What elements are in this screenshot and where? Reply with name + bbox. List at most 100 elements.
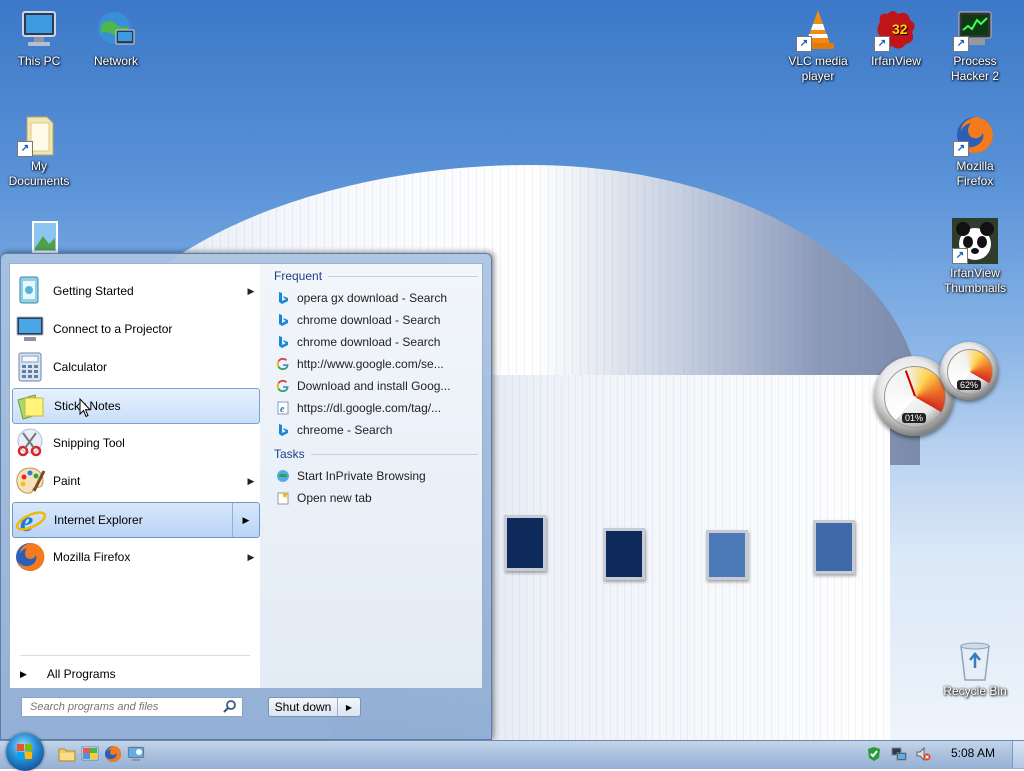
panda-thumbnail-icon: ↗ <box>952 218 998 264</box>
new-tab-icon <box>276 491 290 505</box>
shortcut-arrow-icon: ↗ <box>17 141 33 157</box>
paint-palette-icon <box>14 465 46 497</box>
submenu-arrow-icon[interactable]: ▶ <box>244 552 258 563</box>
program-connect-projector[interactable]: Connect to a Projector <box>12 312 258 346</box>
jump-frequent-item[interactable]: Download and install Goog... <box>276 376 476 396</box>
shutdown-button[interactable]: Shut down <box>269 698 337 716</box>
jump-frequent-label: opera gx download - Search <box>297 291 448 305</box>
building-window <box>504 515 546 571</box>
taskbar-firefox-icon[interactable] <box>104 745 122 763</box>
desktop-icon-my-documents[interactable]: ↗ My Documents <box>0 113 79 189</box>
scissors-icon <box>14 427 46 459</box>
bing-icon <box>276 423 290 437</box>
internet-explorer-icon: e <box>15 504 47 538</box>
memory-meter-gadget[interactable]: 62% <box>940 342 998 400</box>
jump-frequent-label: Download and install Goog... <box>297 379 451 393</box>
ie-page-icon: e <box>276 401 290 415</box>
start-button[interactable] <box>6 733 44 771</box>
shortcut-arrow-icon: ↗ <box>953 141 969 157</box>
jump-task-inprivate[interactable]: Start InPrivate Browsing <box>276 466 476 486</box>
search-input[interactable] <box>22 700 222 714</box>
program-snipping-tool[interactable]: Snipping Tool <box>12 426 258 460</box>
desktop-icon-partial[interactable] <box>0 218 79 254</box>
all-programs-label: All Programs <box>46 667 116 681</box>
google-icon <box>276 357 290 371</box>
computer-icon <box>17 8 61 52</box>
getting-started-icon <box>14 275 46 307</box>
jump-frequent-item[interactable]: chrome download - Search <box>276 332 476 352</box>
tray-network-icon[interactable] <box>891 746 907 762</box>
mouse-cursor-icon <box>79 398 91 418</box>
jump-list-tasks-header: Tasks <box>274 447 478 461</box>
desktop-icon-irfanview-thumbnails[interactable]: ↗ IrfanView Thumbnails <box>935 218 1015 296</box>
jump-task-new-tab[interactable]: Open new tab <box>276 488 476 508</box>
search-icon[interactable] <box>222 699 238 715</box>
program-sticky-notes[interactable]: Sticky Notes <box>12 388 260 424</box>
bing-icon <box>276 335 290 349</box>
projector-icon <box>14 313 46 345</box>
start-menu-programs-pane: Getting Started ▶ Connect to a Projector… <box>9 263 261 689</box>
pictures-icon <box>17 218 61 254</box>
vlc-cone-icon: ↗ <box>796 8 840 52</box>
jump-frequent-item[interactable]: opera gx download - Search <box>276 288 476 308</box>
documents-folder-icon: ↗ <box>17 113 61 157</box>
start-search-box[interactable] <box>21 697 243 717</box>
desktop-icon-network[interactable]: Network <box>76 8 156 69</box>
firefox-icon <box>14 541 46 573</box>
shortcut-arrow-icon: ↗ <box>952 248 968 264</box>
shutdown-options-arrow-icon[interactable]: ▶ <box>337 698 360 716</box>
tray-action-center-icon[interactable] <box>866 746 882 762</box>
clock[interactable]: 5:08 AM <box>940 746 1006 762</box>
desktop-icon-vlc[interactable]: ↗ VLC media player <box>778 8 858 84</box>
desktop-icon-irfanview[interactable]: 32 ↗ IrfanView <box>856 8 936 69</box>
bing-icon <box>276 291 290 305</box>
all-programs-button[interactable]: ▶ All Programs <box>20 663 116 685</box>
taskbar-control-panel-icon[interactable] <box>81 745 99 763</box>
program-getting-started[interactable]: Getting Started ▶ <box>12 274 258 308</box>
irfanview-badge: 32 <box>892 21 908 37</box>
building-window <box>813 520 855 574</box>
memory-percent: 62% <box>956 380 982 390</box>
program-calculator[interactable]: Calculator <box>12 350 258 384</box>
jump-frequent-label: chreome - Search <box>297 423 393 437</box>
tray-volume-muted-icon[interactable] <box>915 746 931 762</box>
jump-frequent-item[interactable]: chrome download - Search <box>276 310 476 330</box>
jump-frequent-label: http://www.google.com/se... <box>297 357 444 371</box>
building-window <box>706 530 748 580</box>
show-desktop-button[interactable] <box>1012 741 1024 768</box>
irfanview-icon: 32 ↗ <box>874 8 918 52</box>
cpu-percent: 01% <box>901 413 927 423</box>
windows-logo-icon <box>17 744 33 760</box>
desktop-icon-this-pc[interactable]: This PC <box>0 8 79 69</box>
taskbar-explorer-icon[interactable] <box>58 745 76 763</box>
submenu-arrow-icon[interactable]: ▶ <box>232 503 259 537</box>
shortcut-arrow-icon: ↗ <box>874 36 890 52</box>
network-globe-icon <box>94 8 138 52</box>
sticky-notes-icon <box>15 390 47 422</box>
inprivate-icon <box>276 469 290 483</box>
submenu-arrow-icon[interactable]: ▶ <box>244 476 258 487</box>
jump-frequent-label: chrome download - Search <box>297 335 441 349</box>
desktop-icon-firefox[interactable]: ↗ Mozilla Firefox <box>935 113 1015 189</box>
bing-icon <box>276 313 290 327</box>
program-mozilla-firefox[interactable]: Mozilla Firefox ▶ <box>12 540 258 574</box>
program-internet-explorer[interactable]: e Internet Explorer ▶ <box>12 502 260 538</box>
shortcut-arrow-icon: ↗ <box>953 36 969 52</box>
program-paint[interactable]: Paint ▶ <box>12 464 258 498</box>
jump-frequent-item[interactable]: http://www.google.com/se... <box>276 354 476 374</box>
google-icon <box>276 379 290 393</box>
jump-list-pane: Frequent opera gx download - Search chrom… <box>260 263 483 689</box>
process-monitor-icon: ↗ <box>953 8 997 52</box>
jump-list-frequent-header: Frequent <box>274 269 478 283</box>
building-window <box>603 528 645 580</box>
jump-frequent-item[interactable]: e https://dl.google.com/tag/... <box>276 398 476 418</box>
firefox-icon: ↗ <box>953 113 997 157</box>
desktop-icon-process-hacker[interactable]: ↗ Process Hacker 2 <box>935 8 1015 84</box>
start-menu: Getting Started ▶ Connect to a Projector… <box>0 253 492 740</box>
jump-frequent-item[interactable]: chreome - Search <box>276 420 476 440</box>
submenu-arrow-icon[interactable]: ▶ <box>244 286 258 297</box>
shortcut-arrow-icon: ↗ <box>796 36 812 52</box>
desktop-icon-recycle-bin[interactable]: Recycle Bin <box>935 638 1015 699</box>
taskbar-remote-desktop-icon[interactable] <box>127 745 145 763</box>
svg-text:e: e <box>280 404 285 415</box>
